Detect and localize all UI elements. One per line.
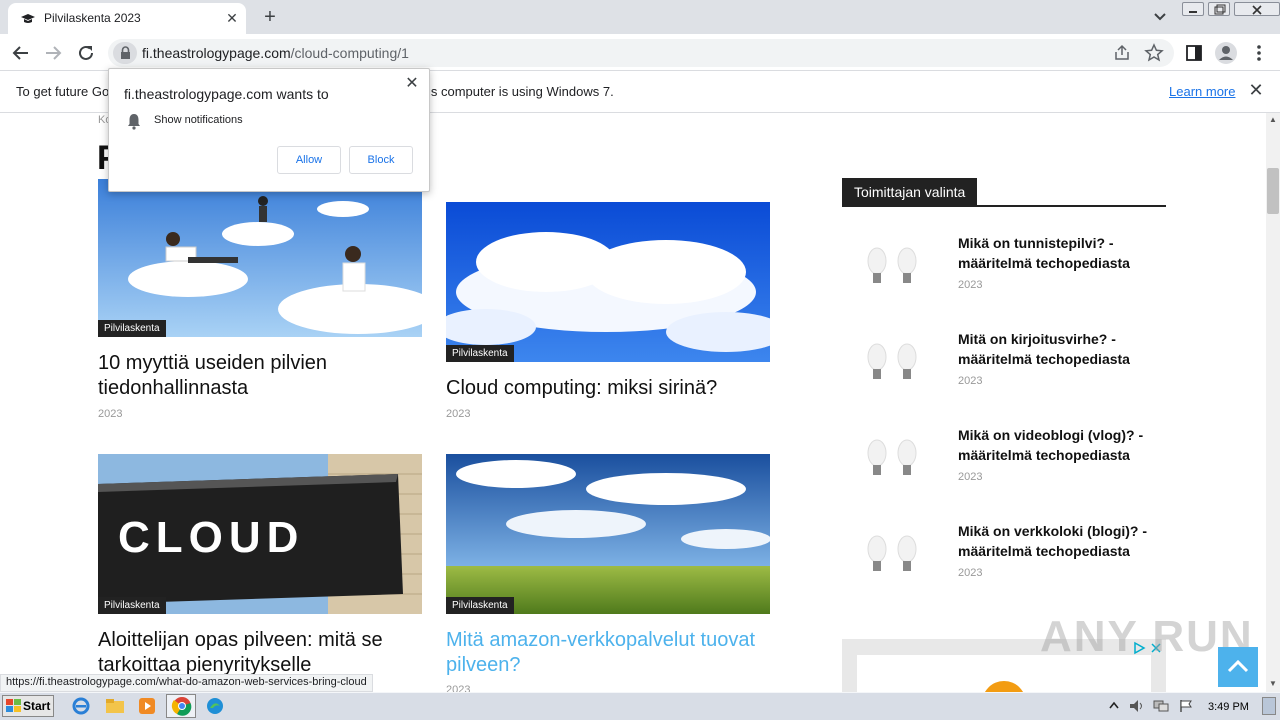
show-desktop-button[interactable]: [1262, 697, 1276, 715]
infobar-text-right: is computer is using Windows 7.: [428, 84, 614, 99]
chrome-icon: [171, 697, 192, 716]
popup-close-button[interactable]: ✕: [402, 74, 422, 94]
restore-button[interactable]: [1208, 2, 1230, 16]
url-path: /cloud-computing/1: [290, 45, 409, 61]
menu-kebab-icon[interactable]: [1250, 43, 1268, 63]
learn-more-link[interactable]: Learn more: [1169, 84, 1235, 99]
back-to-top-button[interactable]: [1218, 647, 1258, 687]
pick-date-4: 2023: [958, 567, 983, 579]
graduation-cap-icon: [21, 14, 35, 23]
action-center-flag-icon[interactable]: [1178, 699, 1194, 713]
internet-explorer-icon[interactable]: [70, 696, 92, 716]
article-image-4[interactable]: [446, 454, 770, 614]
tab-close-button[interactable]: ✕: [222, 8, 242, 28]
category-tag[interactable]: Pilvilaskenta: [98, 597, 166, 614]
profile-avatar-icon[interactable]: [1214, 41, 1238, 65]
url-text[interactable]: fi.theastrologypage.com/cloud-computing/…: [142, 45, 409, 61]
category-tag[interactable]: Pilvilaskenta: [98, 320, 166, 337]
pick-thumbnail[interactable]: [860, 337, 940, 393]
minimize-button[interactable]: [1182, 2, 1204, 16]
windows-logo-icon: [6, 699, 21, 712]
window-close-button[interactable]: [1234, 2, 1280, 16]
category-tag[interactable]: Pilvilaskenta: [446, 345, 514, 362]
article-image-1[interactable]: [98, 179, 422, 337]
infobar-close-button[interactable]: ✕: [1246, 80, 1266, 100]
network-icon[interactable]: [1152, 699, 1170, 713]
tab-title: Pilvilaskenta 2023: [44, 11, 141, 25]
pick-date-2: 2023: [958, 375, 983, 387]
category-tag[interactable]: Pilvilaskenta: [446, 597, 514, 614]
pick-title-1[interactable]: Mikä on tunnistepilvi? - määritelmä tech…: [958, 233, 1158, 273]
reload-icon[interactable]: [75, 42, 97, 64]
pick-thumbnail[interactable]: [860, 433, 940, 489]
article-image-2[interactable]: [446, 202, 770, 362]
chrome-taskbar-button[interactable]: [166, 694, 196, 718]
taskbar-clock: 3:49 PM: [1208, 701, 1249, 713]
permission-label: Show notifications: [154, 114, 243, 126]
infobar-text-left: To get future Go: [16, 84, 110, 99]
popup-title: fi.theastrologypage.com wants to: [124, 86, 329, 102]
sidebar-header: Toimittajan valinta: [842, 178, 978, 206]
forward-arrow-icon[interactable]: [42, 42, 64, 64]
pick-thumbnail[interactable]: [860, 529, 940, 585]
article-title-1[interactable]: 10 myyttiä useiden pilvien tiedonhallinn…: [98, 351, 418, 401]
pick-date-3: 2023: [958, 471, 983, 483]
pick-date-1: 2023: [958, 279, 983, 291]
scroll-thumb[interactable]: [1267, 168, 1279, 214]
article-date-4: 2023: [446, 684, 471, 692]
show-hidden-icons-icon[interactable]: [1108, 700, 1120, 712]
bookmark-star-icon[interactable]: [1144, 43, 1164, 63]
site-info-button[interactable]: [113, 42, 137, 64]
block-button[interactable]: Block: [349, 146, 413, 174]
chevron-up-icon: [1227, 659, 1249, 673]
bell-icon: [128, 114, 140, 130]
media-player-icon[interactable]: [136, 696, 158, 716]
cloud-sign-text: CLOUD: [118, 513, 304, 562]
start-label: Start: [23, 699, 51, 713]
url-host: fi.theastrologypage.com: [142, 45, 291, 61]
share-icon[interactable]: [1112, 43, 1132, 63]
article-date-1: 2023: [98, 408, 123, 420]
lock-icon: [121, 46, 130, 59]
link-status-bar: https://fi.theastrologypage.com/what-do-…: [0, 674, 373, 692]
new-tab-button[interactable]: +: [258, 6, 282, 28]
edge-icon[interactable]: [204, 696, 226, 716]
article-image-3[interactable]: CLOUD: [98, 454, 422, 614]
article-title-2[interactable]: Cloud computing: miksi sirinä?: [446, 376, 770, 401]
article-title-3[interactable]: Aloittelijan opas pilveen: mitä se tarko…: [98, 628, 418, 678]
allow-button[interactable]: Allow: [277, 146, 341, 174]
scroll-up-arrow-icon[interactable]: ▲: [1266, 113, 1280, 127]
article-title-4[interactable]: Mitä amazon-verkkopalvelut tuovat pilvee…: [446, 628, 770, 678]
pick-title-2[interactable]: Mitä on kirjoitusvirhe? - määritelmä tec…: [958, 329, 1158, 369]
scroll-down-arrow-icon[interactable]: ▼: [1266, 677, 1280, 691]
side-panel-icon[interactable]: [1184, 43, 1204, 63]
article-date-2: 2023: [446, 408, 471, 420]
start-button[interactable]: Start: [2, 695, 54, 717]
pick-title-3[interactable]: Mikä on videoblogi (vlog)? - määritelmä …: [958, 425, 1158, 465]
browser-tab[interactable]: Pilvilaskenta 2023 ✕: [8, 3, 246, 34]
chevron-down-icon[interactable]: [1150, 8, 1170, 26]
pick-thumbnail[interactable]: [860, 241, 940, 297]
volume-icon[interactable]: [1128, 699, 1146, 713]
page-content: Ko P Pilvilaskenta 10 myyttiä useiden pi…: [0, 113, 1266, 692]
back-arrow-icon[interactable]: [10, 42, 32, 64]
sidebar-divider: [842, 205, 1166, 207]
pick-title-4[interactable]: Mikä on verkkoloki (blogi)? - määritelmä…: [958, 521, 1158, 561]
file-explorer-icon[interactable]: [104, 696, 126, 716]
